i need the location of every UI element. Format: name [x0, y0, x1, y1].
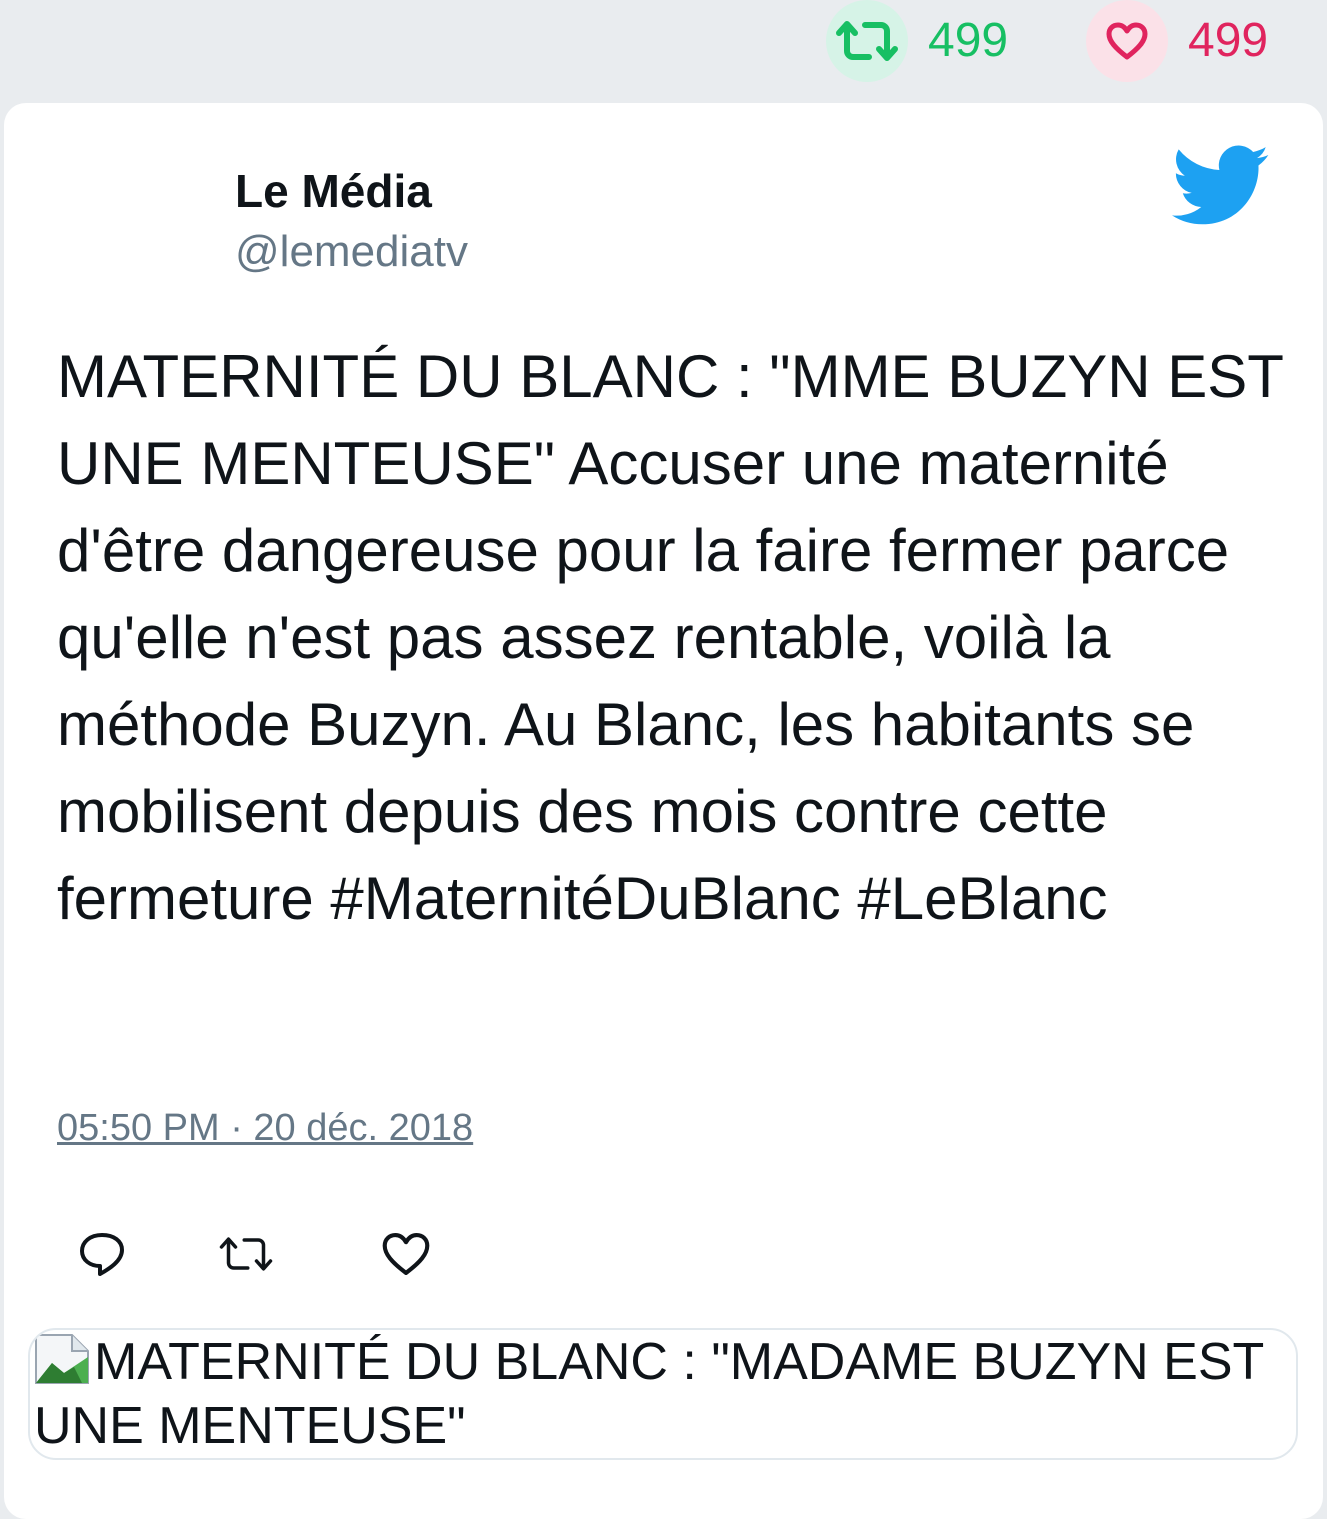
author-name[interactable]: Le Média [235, 163, 432, 219]
tweet-card: Le Média @lemediatv MATERNITÉ DU BLANC :… [4, 103, 1323, 1519]
retweet-button[interactable] [218, 1226, 274, 1282]
author-handle[interactable]: @lemediatv [235, 224, 468, 280]
like-stat[interactable]: 499 [1086, 0, 1268, 82]
like-count: 499 [1188, 14, 1269, 67]
tweet-timestamp[interactable]: 05:50 PM · 20 déc. 2018 [57, 1103, 473, 1153]
tweet-text: MATERNITÉ DU BLANC : "MME BUZYN EST UNE … [57, 343, 1283, 932]
broken-image-icon [35, 1334, 89, 1384]
retweet-stat-circle [826, 0, 908, 82]
retweet-count: 499 [928, 14, 1009, 67]
reply-button[interactable] [74, 1226, 130, 1282]
twitter-bird-icon[interactable] [1172, 145, 1270, 227]
heart-icon [1106, 22, 1148, 60]
link-preview-card[interactable]: MATERNITÉ DU BLANC : "MADAME BUZYN EST U… [28, 1328, 1298, 1460]
retweet-icon [836, 21, 898, 61]
link-preview-title: MATERNITÉ DU BLANC : "MADAME BUZYN EST U… [34, 1333, 1264, 1455]
tweet-stats-bar: 499 499 [0, 0, 1327, 100]
like-button[interactable] [378, 1226, 434, 1282]
reply-icon [80, 1233, 124, 1276]
heart-icon [382, 1233, 430, 1275]
retweet-stat[interactable]: 499 [826, 0, 1008, 82]
link-preview-alt-text: MATERNITÉ DU BLANC : "MADAME BUZYN EST U… [34, 1330, 1294, 1458]
retweet-icon [219, 1237, 273, 1271]
like-stat-circle [1086, 0, 1168, 82]
